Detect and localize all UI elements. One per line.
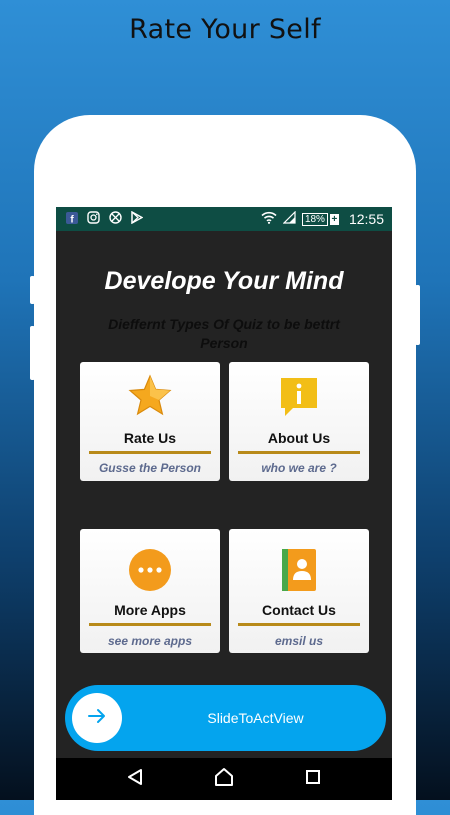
facebook-icon: f: [66, 211, 78, 227]
more-apps-card[interactable]: More Apps see more apps: [80, 529, 220, 653]
status-time: 12:55: [348, 211, 384, 227]
more-apps-subtitle: see more apps: [107, 634, 193, 648]
more-icon: [128, 548, 172, 597]
card-divider: [238, 451, 360, 454]
info-icon: [279, 376, 319, 423]
rate-us-card[interactable]: Rate Us Gusse the Person: [80, 362, 220, 481]
card-divider: [89, 451, 211, 454]
instagram-icon: [87, 211, 100, 227]
rate-us-subtitle: Gusse the Person: [98, 461, 202, 475]
battery-indicator: 18% +: [301, 212, 339, 226]
contact-us-subtitle: emsil us: [274, 634, 324, 648]
wifi-icon: [261, 211, 277, 227]
contact-icon: [280, 547, 318, 598]
back-button[interactable]: [115, 764, 155, 794]
play-store-icon: [131, 210, 144, 227]
phone-side-button: [415, 285, 420, 345]
home-button[interactable]: [204, 764, 244, 794]
more-apps-label: More Apps: [114, 602, 186, 618]
signal-icon: [282, 210, 296, 227]
recents-icon: [305, 769, 321, 790]
contact-us-card[interactable]: Contact Us emsil us: [229, 529, 369, 653]
card-divider: [89, 623, 211, 626]
navigation-bar: [56, 758, 392, 800]
app-subtitle: Dieffernt Types Of Quiz to be bettrt Per…: [108, 316, 340, 351]
charging-icon: +: [329, 213, 339, 225]
slide-knob[interactable]: [72, 693, 122, 743]
about-us-subtitle: who we are ?: [261, 461, 337, 475]
contact-us-label: Contact Us: [262, 602, 336, 618]
about-us-label: About Us: [267, 430, 331, 446]
card-divider: [238, 623, 360, 626]
about-us-card[interactable]: About Us who we are ?: [229, 362, 369, 481]
hero-title: Rate Your Self: [129, 14, 321, 45]
phone-side-button: [30, 326, 35, 380]
star-icon: [128, 374, 172, 423]
app-title: Develope Your Mind: [104, 267, 344, 295]
vpn-icon: [109, 211, 122, 227]
battery-percent: 18%: [301, 212, 328, 226]
phone-side-button: [30, 276, 35, 304]
slide-to-act-label: SlideToActView: [207, 710, 304, 726]
home-icon: [214, 767, 234, 792]
back-icon: [126, 768, 144, 791]
phone-screen: f 18% + 12:55 Develope Your Mind Dieffer…: [56, 207, 392, 800]
slide-to-act-bar[interactable]: SlideToActView: [65, 685, 386, 751]
recents-button[interactable]: [293, 764, 333, 794]
status-bar: f 18% + 12:55: [56, 207, 392, 231]
arrow-right-icon: [87, 708, 107, 729]
rate-us-label: Rate Us: [123, 430, 177, 446]
